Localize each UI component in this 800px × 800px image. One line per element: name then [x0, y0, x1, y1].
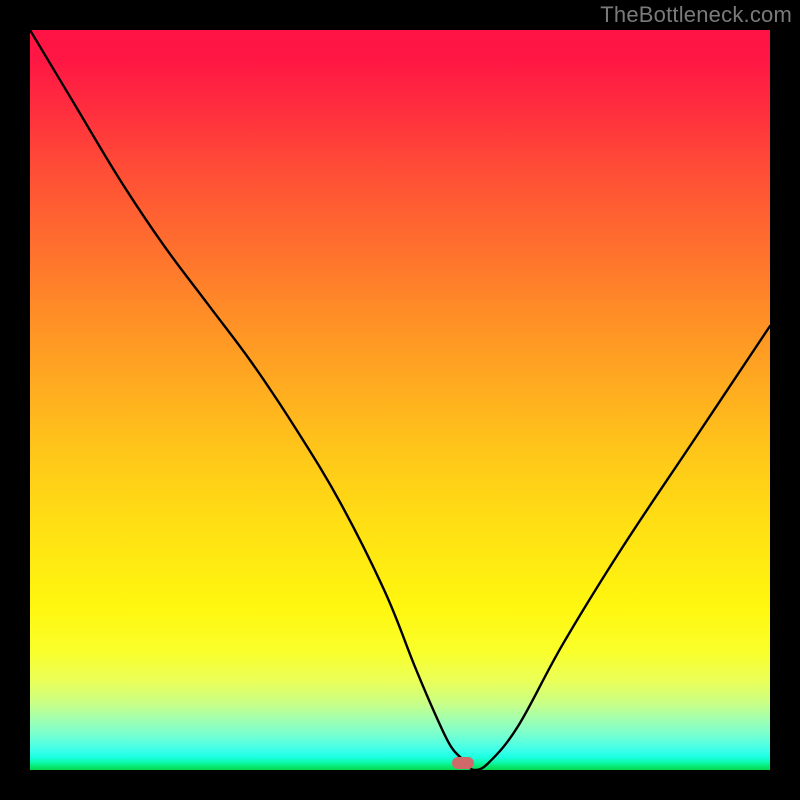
watermark-text: TheBottleneck.com	[600, 2, 792, 28]
bottleneck-curve	[30, 30, 770, 770]
optimum-marker	[452, 757, 474, 769]
plot-area	[30, 30, 770, 770]
curve-path	[30, 30, 770, 770]
chart-type: line	[0, 0, 1, 1]
chart-container: TheBottleneck.com line	[0, 0, 800, 800]
